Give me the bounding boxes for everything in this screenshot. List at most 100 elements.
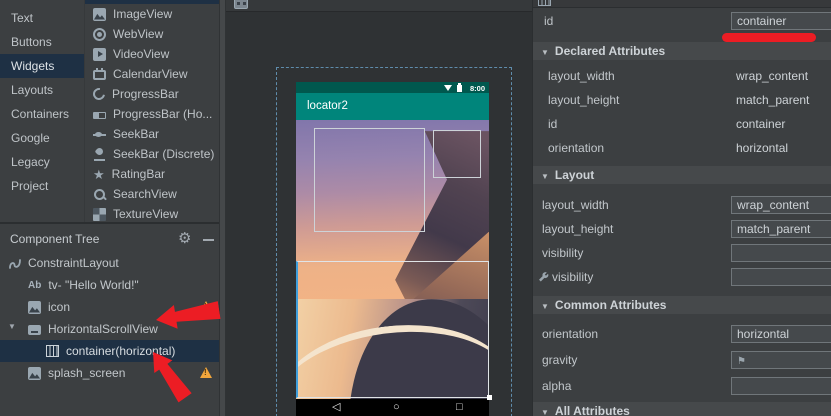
orientation-combo[interactable]: horizontal: [731, 325, 831, 343]
tree-item-constraintlayout[interactable]: ConstraintLayout: [0, 252, 219, 274]
id-input[interactable]: container: [731, 12, 831, 30]
section-all-attributes[interactable]: ▼All Attributes: [533, 402, 831, 416]
chevron-down-icon: ▼: [541, 302, 549, 311]
attribute-row: layout_width wrap_content: [533, 193, 831, 217]
palette-category-layouts[interactable]: Layouts: [0, 78, 84, 102]
attribute-row-id: id container: [533, 10, 831, 34]
gear-icon[interactable]: ⚙: [178, 229, 191, 247]
panel-divider: [0, 222, 219, 224]
section-declared-attributes[interactable]: ▼Declared Attributes: [533, 42, 831, 60]
palette-category-legacy[interactable]: Legacy: [0, 150, 84, 174]
component-tree-header: Component Tree ⚙: [0, 228, 219, 252]
device-app-bar: locator2: [296, 93, 489, 120]
child-view-outline-small: [433, 130, 481, 178]
palette-item-seekbar-discrete[interactable]: SeekBar (Discrete): [85, 144, 219, 164]
attribute-row: orientation horizontal: [533, 321, 831, 347]
attribute-row: layout_height match_parent: [533, 88, 831, 112]
warning-icon: !: [200, 367, 212, 378]
gravity-field[interactable]: ⚑: [731, 351, 831, 369]
attributes-panel-top: [533, 0, 831, 8]
palette-item-imageview[interactable]: ImageView: [85, 4, 219, 24]
section-layout[interactable]: ▼Layout: [533, 166, 831, 184]
linearlayout-horizontal-icon: [46, 345, 59, 357]
attribute-row: alpha: [533, 373, 831, 399]
attributes-panel: id container ▼Declared Attributes layout…: [532, 0, 831, 416]
wifi-icon: [444, 85, 452, 91]
attribute-label: id: [544, 14, 553, 28]
textureview-icon: [93, 208, 106, 221]
android-studio-layout-editor: Text Buttons Widgets Layouts Containers …: [0, 0, 831, 416]
component-tree-title: Component Tree: [10, 232, 99, 246]
nav-recents-icon: □: [456, 400, 463, 415]
section-common-attributes[interactable]: ▼Common Attributes: [533, 296, 831, 314]
attribute-row: gravity ⚑: [533, 347, 831, 373]
palette-item-ratingbar[interactable]: ★ RatingBar: [85, 164, 219, 184]
design-surface[interactable]: 8:00 locator2 ◁ ○ □: [226, 0, 532, 416]
ratingbar-icon: ★: [93, 168, 105, 181]
webview-icon: [93, 28, 106, 41]
horizontalscrollview-icon: [28, 325, 41, 335]
searchview-icon: [93, 188, 106, 201]
palette-item-seekbar[interactable]: SeekBar: [85, 124, 219, 144]
layout-rows: layout_width wrap_content layout_height …: [533, 193, 831, 289]
palette-item-webview[interactable]: WebView: [85, 24, 219, 44]
palette-item-progressbar[interactable]: ProgressBar: [85, 84, 219, 104]
attribute-row: visibility: [533, 241, 831, 265]
selection-handle[interactable]: [487, 395, 492, 400]
visibility-combo[interactable]: [731, 244, 831, 262]
attribute-row: layout_width wrap_content: [533, 64, 831, 88]
selected-container-outline: [296, 261, 489, 398]
progressbar-horizontal-icon: [93, 112, 106, 119]
imageview-icon: [28, 367, 41, 380]
imageview-icon: [93, 8, 106, 21]
nav-back-icon: ◁: [332, 400, 340, 415]
annotation-red-underline: [722, 33, 816, 42]
wrench-icon: [538, 272, 549, 283]
attribute-row: layout_height match_parent: [533, 217, 831, 241]
chevron-down-icon: ▼: [541, 408, 549, 416]
app-title: locator2: [307, 100, 348, 112]
palette-and-tree-panel: Text Buttons Widgets Layouts Containers …: [0, 0, 219, 416]
palette-item-searchview[interactable]: SearchView: [85, 184, 219, 204]
textview-icon: Ab: [28, 279, 41, 292]
attribute-row: orientation horizontal: [533, 136, 831, 160]
tree-item-container-horizontal[interactable]: container(horizontal): [0, 340, 219, 362]
palette-item-progressbar-horizontal[interactable]: ProgressBar (Ho...: [85, 104, 219, 124]
alpha-field[interactable]: [731, 377, 831, 395]
selected-component-icon: [538, 0, 551, 6]
attribute-row: visibility: [533, 265, 831, 289]
palette-category-containers[interactable]: Containers: [0, 102, 84, 126]
palette-category-project[interactable]: Project: [0, 174, 84, 198]
palette: Text Buttons Widgets Layouts Containers …: [0, 0, 219, 222]
palette-item-videoview[interactable]: VideoView: [85, 44, 219, 64]
calendarview-icon: [93, 70, 106, 80]
flag-icon[interactable]: ⚑: [737, 356, 746, 367]
palette-category-text[interactable]: Text: [0, 6, 84, 30]
device-nav-bar: ◁ ○ □: [296, 399, 489, 416]
palette-item-textureview[interactable]: TextureView: [85, 204, 219, 222]
palette-category-google[interactable]: Google: [0, 126, 84, 150]
tree-expand-icon[interactable]: ▼: [8, 322, 16, 331]
minimize-icon[interactable]: [203, 239, 214, 241]
design-toolbar: [226, 0, 532, 12]
panel-splitter[interactable]: [219, 0, 226, 416]
nav-home-icon: ○: [393, 400, 400, 415]
imageview-icon: [28, 301, 41, 314]
palette-category-widgets[interactable]: Widgets: [0, 54, 84, 78]
battery-icon: [457, 85, 462, 92]
common-attributes-rows: orientation horizontal gravity ⚑ alpha: [533, 321, 831, 399]
layout-height-combo[interactable]: match_parent: [731, 220, 831, 238]
constraintlayout-icon: [8, 257, 21, 270]
seekbar-discrete-icon: [93, 148, 106, 161]
seekbar-icon: [93, 128, 106, 141]
declared-attributes-rows: layout_width wrap_content layout_height …: [533, 64, 831, 160]
status-time: 8:00: [470, 84, 485, 93]
palette-item-calendarview[interactable]: CalendarView: [85, 64, 219, 84]
palette-widget-list: ImageView WebView VideoView CalendarView…: [84, 0, 219, 222]
device-status-bar: 8:00: [296, 82, 489, 93]
layout-width-combo[interactable]: wrap_content: [731, 196, 831, 214]
design-mode-icon[interactable]: [234, 0, 248, 9]
palette-category-buttons[interactable]: Buttons: [0, 30, 84, 54]
tools-visibility-combo[interactable]: [731, 268, 831, 286]
tree-item-textview[interactable]: Ab tv- "Hello World!": [0, 274, 219, 296]
